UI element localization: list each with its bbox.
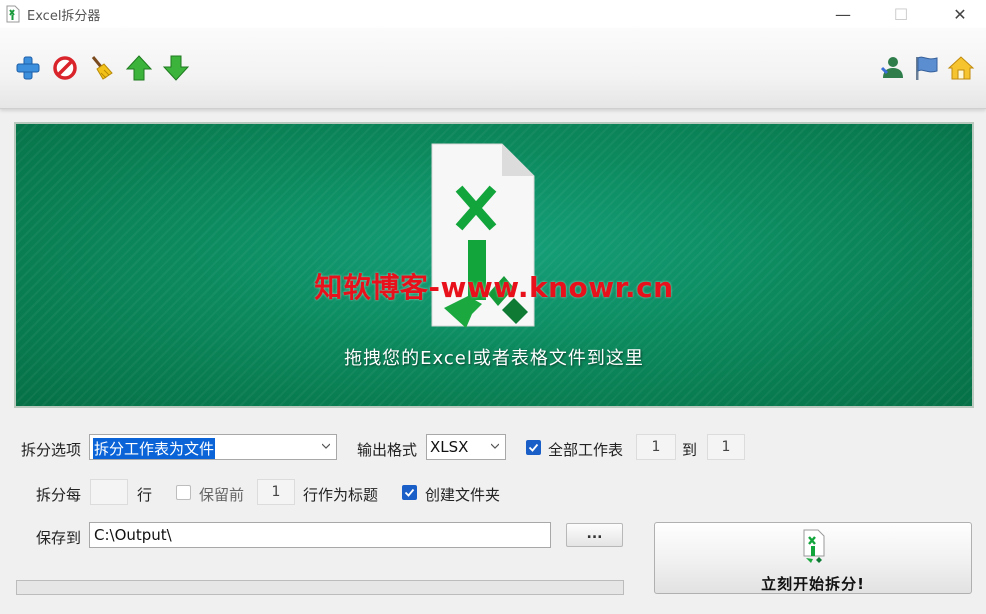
app-icon: [6, 5, 20, 23]
watermark-text: 知软博客-www.knowr.cn: [314, 271, 674, 304]
to-label: 到: [682, 441, 698, 459]
maximize-icon: ☐: [893, 4, 909, 24]
output-format-value: XLSX: [430, 438, 469, 456]
move-up-icon[interactable]: [125, 54, 153, 82]
start-split-button[interactable]: 立刻开始拆分!: [654, 522, 972, 594]
title-bar: Excel拆分器 — ☐ ✕: [0, 0, 986, 28]
sheet-to-input[interactable]: 1: [707, 434, 745, 460]
toolbar: [0, 28, 986, 109]
chevron-down-icon: [491, 443, 499, 449]
progress-bar: [16, 580, 624, 595]
split-option-select[interactable]: 拆分工作表为文件: [89, 434, 337, 460]
split-every-label: 拆分每: [36, 486, 82, 504]
window-title: Excel拆分器: [27, 9, 101, 24]
file-drop-zone[interactable]: 知软博客-www.knowr.cn 拖拽您的Excel或者表格文件到这里: [14, 122, 974, 408]
keep-first-checkbox[interactable]: [176, 485, 191, 500]
save-path-input[interactable]: C:\Output\: [89, 522, 551, 548]
keep-first-input[interactable]: 1: [257, 479, 295, 505]
home-icon[interactable]: [947, 54, 975, 82]
save-to-label: 保存到: [36, 529, 82, 547]
checkmark-icon: [528, 443, 539, 452]
close-icon: ✕: [953, 4, 967, 24]
create-folder-label: 创建文件夹: [425, 486, 501, 504]
delete-icon[interactable]: [51, 54, 79, 82]
as-header-label: 行作为标题: [303, 486, 379, 504]
user-icon[interactable]: [879, 54, 907, 82]
chevron-down-icon: [322, 443, 330, 449]
add-icon[interactable]: [14, 54, 42, 82]
rows-label: 行: [137, 486, 153, 504]
all-sheets-label: 全部工作表: [548, 441, 624, 459]
sheet-from-input[interactable]: 1: [636, 434, 676, 460]
start-split-label: 立刻开始拆分!: [761, 575, 865, 593]
drop-hint-text: 拖拽您的Excel或者表格文件到这里: [344, 348, 644, 369]
split-option-label: 拆分选项: [21, 441, 82, 459]
clear-broom-icon[interactable]: [88, 54, 116, 82]
all-sheets-checkbox[interactable]: [526, 440, 541, 455]
split-every-input[interactable]: [90, 479, 128, 505]
create-folder-checkbox[interactable]: [402, 485, 417, 500]
move-down-icon[interactable]: [162, 54, 190, 82]
minimize-icon: —: [835, 4, 851, 24]
keep-first-label: 保留前: [199, 486, 245, 504]
flag-icon[interactable]: [913, 54, 941, 82]
minimize-button[interactable]: —: [820, 0, 866, 28]
output-format-select[interactable]: XLSX: [426, 434, 506, 460]
browse-button[interactable]: ...: [566, 523, 623, 547]
output-format-label: 输出格式: [357, 441, 418, 459]
split-option-value: 拆分工作表为文件: [93, 438, 216, 459]
maximize-button[interactable]: ☐: [878, 0, 924, 28]
checkmark-icon: [404, 488, 415, 497]
excel-split-icon: [803, 529, 825, 563]
excel-file-icon: [431, 143, 535, 328]
close-button[interactable]: ✕: [937, 0, 983, 28]
